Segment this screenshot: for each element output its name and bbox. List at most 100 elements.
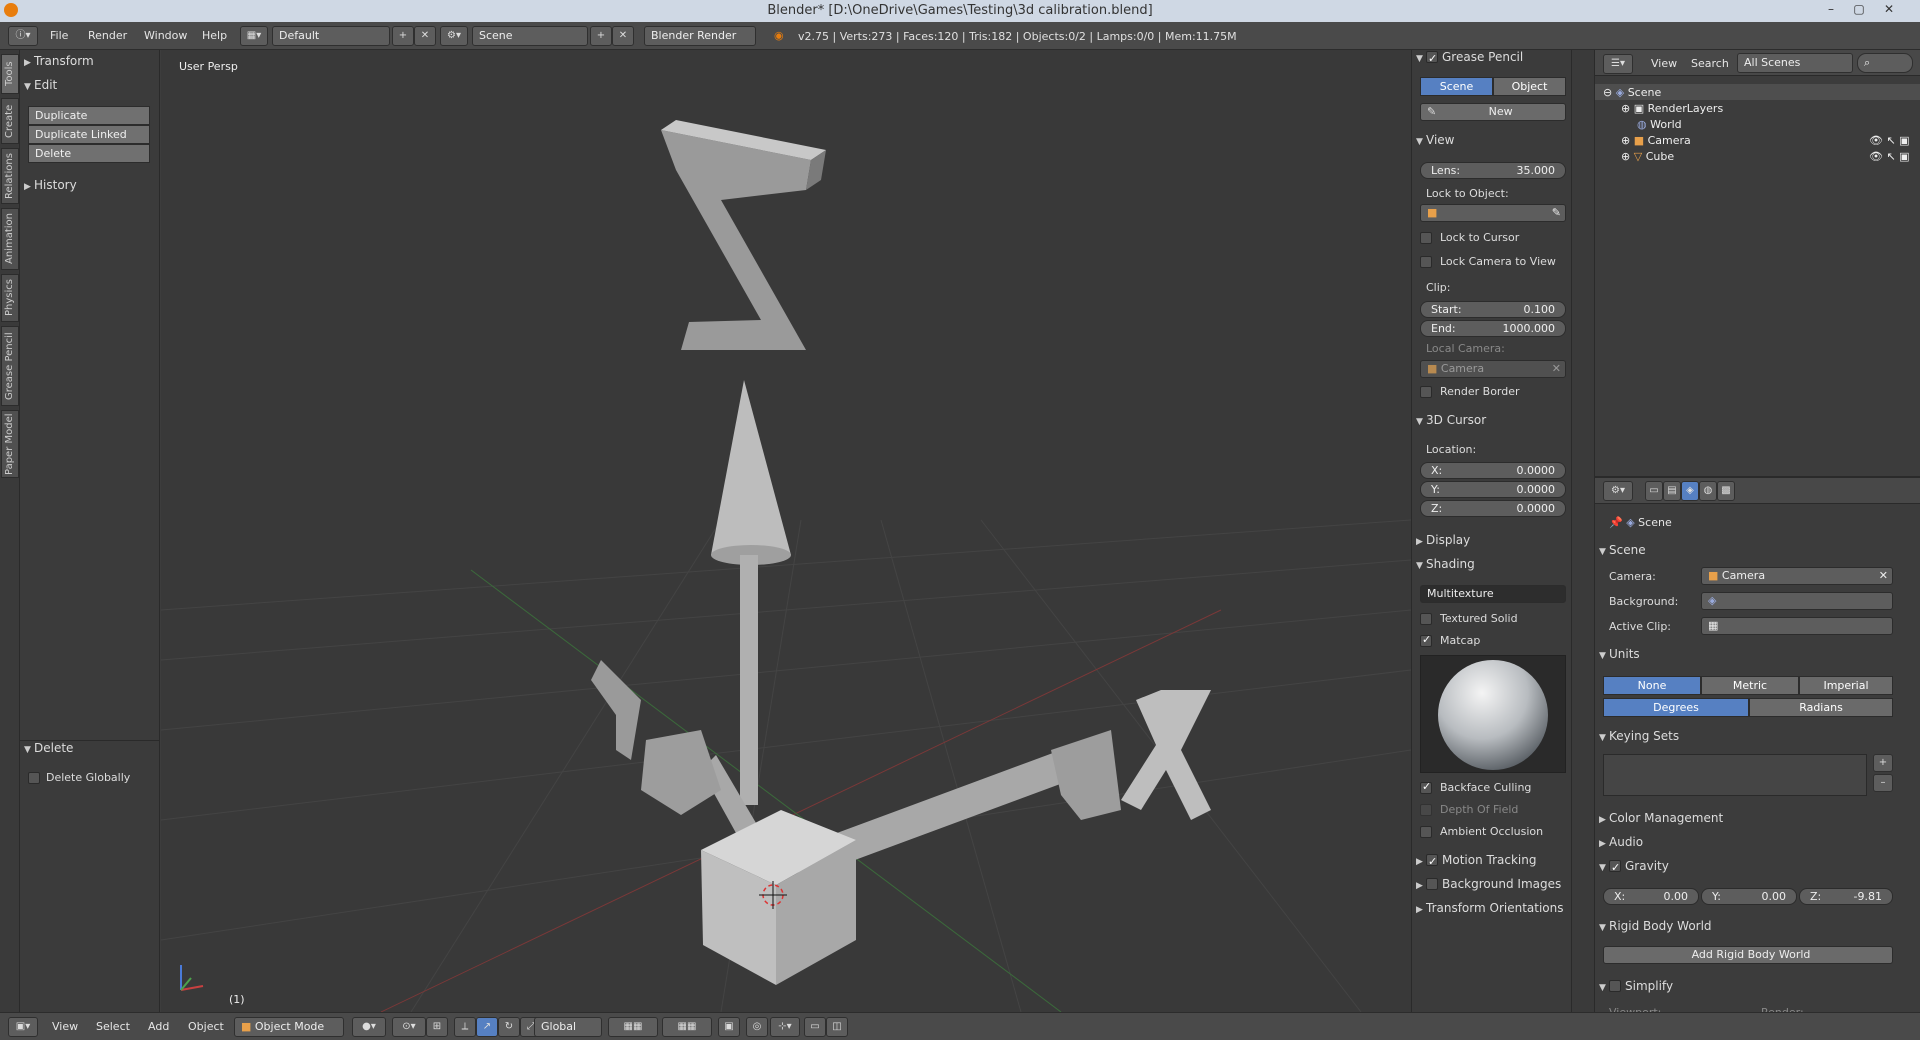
- panel-grease-pencil[interactable]: ▼ Grease Pencil: [1416, 47, 1523, 69]
- matcap-checkbox[interactable]: [1420, 633, 1432, 647]
- editor-type-icon[interactable]: ⓘ▾: [8, 26, 38, 46]
- panel-rigid-body-world[interactable]: ▼ Rigid Body World: [1599, 916, 1712, 936]
- unit-imperial-toggle[interactable]: Imperial: [1799, 676, 1893, 695]
- render-preview-icon[interactable]: ▭: [804, 1017, 826, 1037]
- menu-render[interactable]: Render: [88, 29, 127, 42]
- gravity-y-field[interactable]: Y: 0.00: [1701, 888, 1797, 905]
- panel-history[interactable]: ▶ History: [24, 175, 77, 195]
- scene-tab-icon[interactable]: ◈: [1681, 481, 1699, 501]
- add-keying-set-icon[interactable]: +: [1873, 754, 1893, 772]
- panel-gravity[interactable]: ▼ Gravity: [1599, 856, 1669, 878]
- properties-editor-icon[interactable]: ⚙▾: [1603, 481, 1633, 501]
- panel-transform-orientations[interactable]: ▶ Transform Orientations: [1416, 898, 1564, 918]
- background-field[interactable]: ◈: [1701, 592, 1893, 610]
- menu-file[interactable]: File: [50, 29, 68, 42]
- shading-mode-select[interactable]: Multitexture: [1420, 585, 1566, 603]
- add-scene-icon[interactable]: +: [590, 26, 612, 46]
- cursor-z-field[interactable]: Z: 0.0000: [1420, 500, 1566, 517]
- manipulator-toggle-icon[interactable]: ⊞: [426, 1017, 448, 1037]
- lock-layers-icon[interactable]: ▣: [718, 1017, 740, 1037]
- duplicate-linked-button[interactable]: Duplicate Linked: [28, 125, 150, 144]
- unit-metric-toggle[interactable]: Metric: [1701, 676, 1799, 695]
- render-border-checkbox[interactable]: [1420, 386, 1432, 398]
- camera-visibility-icons[interactable]: 👁 ↖ ▣: [1869, 134, 1910, 147]
- layout-field[interactable]: Default: [272, 26, 390, 46]
- clear-icon[interactable]: ✕: [1552, 361, 1561, 377]
- texture-tab-icon[interactable]: ▩: [1717, 481, 1735, 501]
- outliner-search-input[interactable]: ⌕: [1857, 53, 1913, 73]
- scene-field[interactable]: Scene: [472, 26, 588, 46]
- lock-camera-checkbox[interactable]: [1420, 256, 1432, 268]
- lock-object-field[interactable]: ■ ✎: [1420, 204, 1566, 222]
- keying-sets-list[interactable]: [1603, 754, 1867, 796]
- duplicate-button[interactable]: Duplicate: [28, 106, 150, 125]
- outliner-item-scene[interactable]: ⊖ ◈ Scene: [1603, 86, 1661, 99]
- render-tab-icon[interactable]: ▭: [1645, 481, 1663, 501]
- unit-none-toggle[interactable]: None: [1603, 676, 1701, 695]
- orientation-select[interactable]: Global: [534, 1017, 602, 1037]
- panel-color-management[interactable]: ▶ Color Management: [1599, 808, 1723, 828]
- menu-select[interactable]: Select: [96, 1020, 130, 1033]
- gp-new-button[interactable]: ✎ New: [1420, 103, 1566, 121]
- outliner-item-world[interactable]: ◍ World: [1637, 118, 1682, 131]
- cursor-y-field[interactable]: Y: 0.0000: [1420, 481, 1566, 498]
- panel-view[interactable]: ▼ View: [1416, 130, 1454, 150]
- panel-motion-tracking[interactable]: ▶ Motion Tracking: [1416, 850, 1536, 872]
- panel-shading[interactable]: ▼ Shading: [1416, 554, 1475, 574]
- world-tab-icon[interactable]: ◍: [1699, 481, 1717, 501]
- active-clip-field[interactable]: ▦: [1701, 617, 1893, 635]
- textured-solid-checkbox[interactable]: [1420, 613, 1432, 625]
- menu-add[interactable]: Add: [148, 1020, 169, 1033]
- panel-edit[interactable]: ▼ Edit: [24, 75, 57, 95]
- expand-icon[interactable]: ⊕: [1621, 102, 1634, 115]
- gravity-z-field[interactable]: Z: -9.81: [1799, 888, 1893, 905]
- lens-field[interactable]: Lens: 35.000: [1420, 162, 1566, 179]
- expand-icon[interactable]: ⊖: [1603, 86, 1616, 99]
- add-layout-icon[interactable]: +: [392, 26, 414, 46]
- pivot-point-icon[interactable]: ⊙▾: [392, 1017, 426, 1037]
- gp-object-toggle[interactable]: Object: [1493, 77, 1566, 96]
- outliner-item-camera[interactable]: ⊕ ■ Camera: [1621, 134, 1691, 147]
- layers-grid-2-icon[interactable]: ▦▦: [662, 1017, 712, 1037]
- panel-scene[interactable]: ▼ Scene: [1599, 540, 1646, 560]
- motion-tracking-checkbox[interactable]: [1426, 852, 1438, 872]
- manipulator-icon[interactable]: ⟂: [454, 1017, 476, 1037]
- panel-display[interactable]: ▶ Display: [1416, 530, 1470, 550]
- panel-transform[interactable]: ▶ Transform: [24, 51, 94, 71]
- expand-icon[interactable]: ⊕: [1621, 150, 1634, 163]
- view3d-editor-icon[interactable]: ▣▾: [8, 1017, 38, 1037]
- panel-simplify[interactable]: ▼ Simplify: [1599, 976, 1673, 996]
- simplify-checkbox[interactable]: [1609, 980, 1621, 992]
- outliner-editor-icon[interactable]: ☰▾: [1603, 54, 1633, 74]
- panel-scrollbar[interactable]: [1571, 50, 1594, 1012]
- snap-icon[interactable]: ⊹▾: [770, 1017, 800, 1037]
- outliner-menu-view[interactable]: View: [1651, 57, 1677, 70]
- cursor-x-field[interactable]: X: 0.0000: [1420, 462, 1566, 479]
- radians-toggle[interactable]: Radians: [1749, 698, 1893, 717]
- layers-grid-icon[interactable]: ▦▦: [608, 1017, 658, 1037]
- gp-scene-toggle[interactable]: Scene: [1420, 77, 1493, 96]
- cube-visibility-icons[interactable]: 👁 ↖ ▣: [1869, 150, 1910, 163]
- gravity-x-field[interactable]: X: 0.00: [1603, 888, 1699, 905]
- menu-view[interactable]: View: [52, 1020, 78, 1033]
- menu-window[interactable]: Window: [144, 29, 187, 42]
- tab-relations[interactable]: Relations: [1, 148, 19, 204]
- maximize-icon[interactable]: ▢: [1846, 0, 1872, 18]
- tab-grease-pencil[interactable]: Grease Pencil: [1, 326, 19, 406]
- panel-units[interactable]: ▼ Units: [1599, 644, 1640, 664]
- eyedropper-icon[interactable]: ✎: [1552, 205, 1561, 221]
- scene-camera-field[interactable]: ■ Camera ✕: [1701, 567, 1893, 585]
- outliner-item-renderlayers[interactable]: ⊕ ▣ RenderLayers: [1621, 102, 1723, 115]
- proportional-edit-icon[interactable]: ◎: [746, 1017, 768, 1037]
- degrees-toggle[interactable]: Degrees: [1603, 698, 1749, 717]
- tab-physics[interactable]: Physics: [1, 274, 19, 322]
- lock-to-cursor-checkbox[interactable]: [1420, 232, 1432, 244]
- clip-end-field[interactable]: End: 1000.000: [1420, 320, 1566, 337]
- ao-checkbox[interactable]: [1420, 826, 1432, 838]
- local-camera-field[interactable]: ■ Camera ✕: [1420, 360, 1566, 378]
- remove-scene-icon[interactable]: ✕: [612, 26, 634, 46]
- tab-animation[interactable]: Animation: [1, 208, 19, 270]
- pin-icon[interactable]: 📌: [1609, 516, 1626, 529]
- tab-paper-model[interactable]: Paper Model: [1, 410, 19, 478]
- render-engine-select[interactable]: Blender Render: [644, 26, 756, 46]
